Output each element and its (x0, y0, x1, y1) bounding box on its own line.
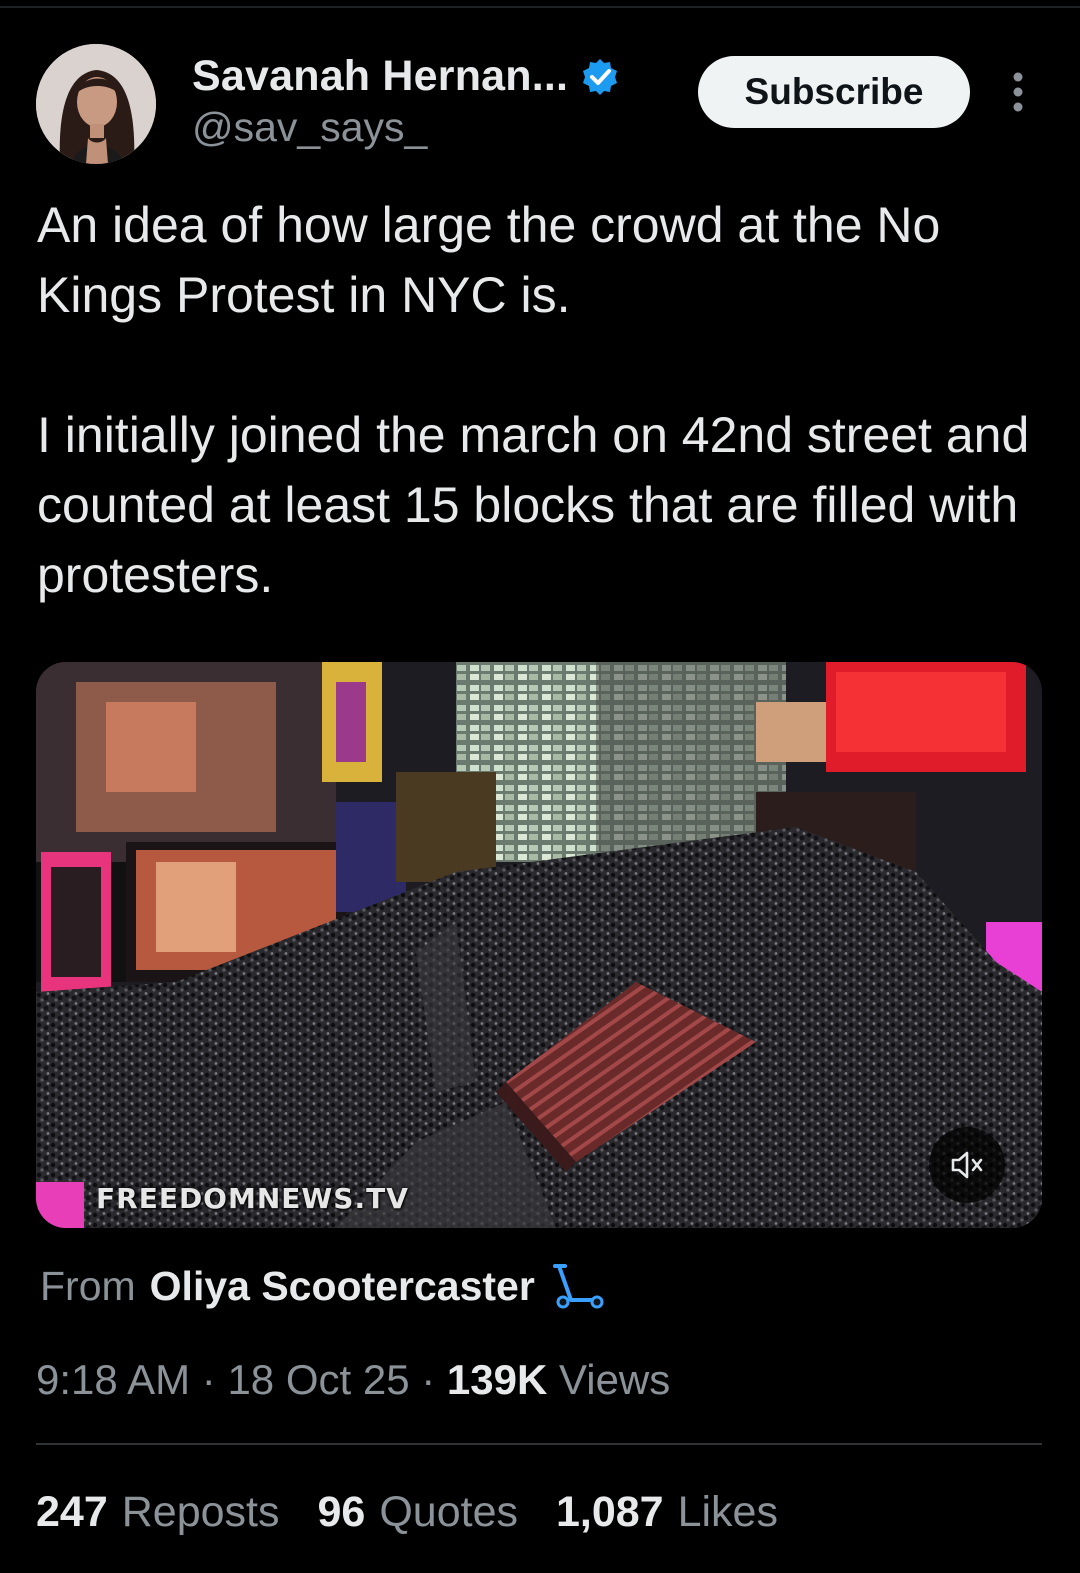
top-divider (0, 6, 1080, 8)
video-attribution: From Oliya Scootercaster (40, 1262, 605, 1310)
video-watermark: FREEDOMNEWS.TV (96, 1182, 409, 1215)
tweet-paragraph: An idea of how large the crowd at the No… (37, 197, 941, 323)
tweet-metadata: 9:18 AM · 18 Oct 25 · 139K Views (36, 1356, 670, 1404)
quotes-label: Quotes (379, 1488, 518, 1536)
speaker-muted-icon (951, 1151, 983, 1179)
source-account-name[interactable]: Oliya Scootercaster (150, 1263, 535, 1310)
more-vertical-icon[interactable] (1004, 72, 1032, 112)
verified-badge-icon (580, 57, 620, 97)
tweet-paragraph: I initially joined the march on 42nd str… (37, 407, 1030, 603)
reposts-stat[interactable]: 247 Reposts (36, 1488, 280, 1537)
meta-separator: · (201, 1356, 216, 1403)
likes-count: 1,087 (555, 1488, 664, 1536)
tweet-text: An idea of how large the crowd at the No… (37, 190, 1047, 610)
tweet-date[interactable]: 18 Oct 25 (227, 1356, 409, 1403)
views-label: Views (558, 1356, 671, 1403)
author-display-name[interactable]: Savanah Hernan... (192, 52, 568, 101)
from-label: From (40, 1262, 136, 1309)
author-handle[interactable]: @sav_says_ (192, 104, 427, 151)
mute-toggle-button[interactable] (929, 1127, 1005, 1203)
views-count: 139K (446, 1356, 548, 1403)
stats-divider (36, 1443, 1042, 1445)
reposts-label: Reposts (121, 1488, 280, 1536)
video-frame (36, 662, 1042, 1228)
likes-label: Likes (677, 1488, 778, 1536)
quotes-count: 96 (317, 1488, 366, 1536)
engagement-stats: 247 Reposts 96 Quotes 1,087 Likes (36, 1488, 778, 1537)
scooter-icon (549, 1262, 605, 1310)
author-avatar[interactable] (36, 44, 156, 164)
reposts-count: 247 (36, 1488, 108, 1536)
quotes-stat[interactable]: 96 Quotes (318, 1488, 518, 1537)
tweet-time[interactable]: 9:18 AM (36, 1356, 190, 1403)
video-player[interactable]: FREEDOMNEWS.TV (36, 662, 1042, 1228)
meta-separator: · (421, 1356, 436, 1403)
subscribe-button[interactable]: Subscribe (698, 56, 970, 128)
author-name-row[interactable]: Savanah Hernan... (192, 52, 620, 101)
likes-stat[interactable]: 1,087 Likes (556, 1488, 778, 1537)
avatar-image (36, 44, 156, 164)
